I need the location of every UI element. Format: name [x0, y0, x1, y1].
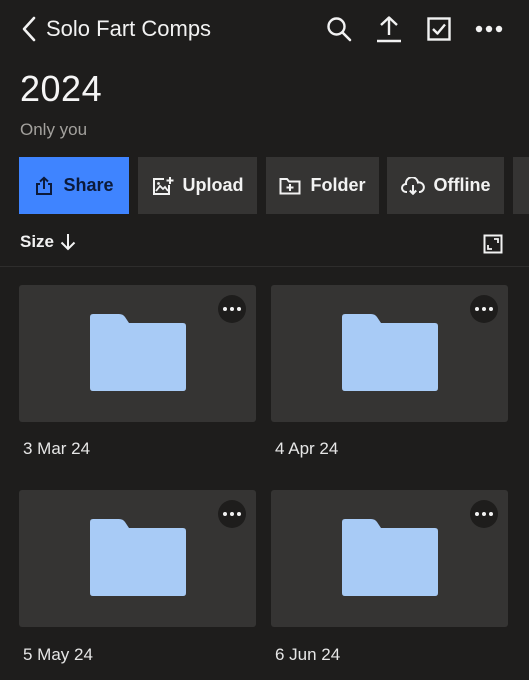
- sort-bar: Size: [0, 226, 529, 267]
- upload-action-label: Upload: [182, 175, 244, 195]
- folder-add-icon: [279, 177, 301, 195]
- top-actions: [303, 14, 503, 44]
- item-more-button[interactable]: [470, 295, 498, 323]
- share-label: Share: [63, 175, 114, 195]
- new-folder-button[interactable]: Folder: [266, 157, 379, 214]
- item-name[interactable]: 3 Mar 24: [23, 439, 90, 459]
- item-name[interactable]: 4 Apr 24: [275, 439, 338, 459]
- item-name[interactable]: 5 May 24: [23, 645, 93, 665]
- sort-button[interactable]: Size: [20, 232, 76, 252]
- item-more-button[interactable]: [218, 295, 246, 323]
- offline-button[interactable]: Offline: [387, 157, 504, 214]
- item-name[interactable]: 6 Jun 24: [275, 645, 340, 665]
- share-icon: [34, 175, 54, 196]
- arrow-down-icon: [60, 234, 76, 251]
- offline-label: Offline: [433, 175, 491, 195]
- back-chevron-icon: [22, 16, 36, 42]
- screen: Solo Fart Comps 2024 Only you Share Uplo…: [0, 0, 529, 680]
- sharing-status: Only you: [20, 120, 88, 139]
- grid-view-toggle-icon: [483, 234, 503, 254]
- upload-button[interactable]: [375, 14, 403, 44]
- folder-card[interactable]: [19, 285, 256, 422]
- top-bar: Solo Fart Comps: [0, 0, 529, 60]
- folder-icon: [342, 314, 438, 391]
- nav-title: Solo Fart Comps: [46, 16, 212, 41]
- view-toggle-button[interactable]: [483, 234, 505, 256]
- select-checkbox-icon: [427, 17, 451, 41]
- folder-card[interactable]: [271, 285, 508, 422]
- action-bar: Share Upload Folder Offline: [19, 157, 529, 214]
- folder-card[interactable]: [19, 490, 256, 627]
- cloud-download-icon: [400, 176, 425, 195]
- folder-icon: [90, 519, 186, 596]
- folder-icon: [342, 519, 438, 596]
- search-button[interactable]: [325, 14, 353, 44]
- share-button[interactable]: Share: [19, 157, 129, 214]
- new-folder-label: Folder: [310, 175, 366, 195]
- folder-card[interactable]: [271, 490, 508, 627]
- upload-photo-icon: [152, 176, 174, 196]
- item-more-button[interactable]: [470, 500, 498, 528]
- folder-title: 2024: [20, 68, 103, 109]
- more-menu-button[interactable]: [475, 14, 503, 44]
- upload-icon: [377, 16, 401, 43]
- item-more-button[interactable]: [218, 500, 246, 528]
- search-icon: [327, 17, 352, 42]
- more-actions-button-partial[interactable]: [513, 157, 529, 214]
- sort-label: Size: [20, 232, 55, 251]
- folder-icon: [90, 314, 186, 391]
- more-horizontal-icon: [475, 25, 503, 33]
- back-button[interactable]: Solo Fart Comps: [22, 12, 211, 46]
- upload-action-button[interactable]: Upload: [138, 157, 257, 214]
- select-button[interactable]: [425, 14, 453, 44]
